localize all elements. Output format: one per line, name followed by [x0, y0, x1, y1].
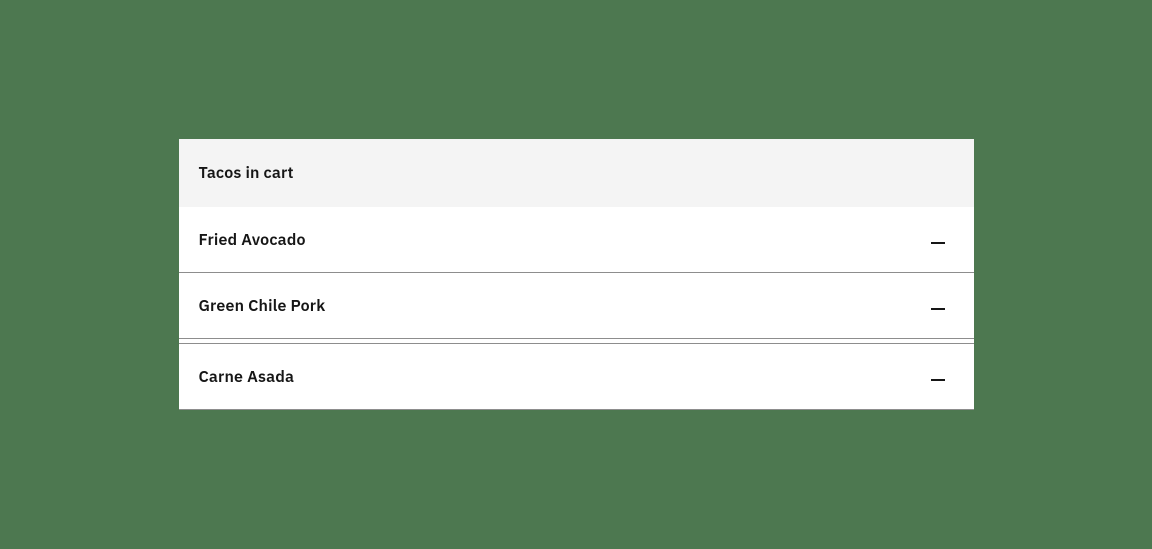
- minus-icon: [931, 232, 945, 247]
- cart-item-label: Green Chile Pork: [199, 296, 326, 316]
- cart-header: Tacos in cart: [179, 139, 974, 207]
- cart-list: Fried Avocado Green Chile Pork Carne Asa…: [179, 207, 974, 410]
- remove-item-button[interactable]: [922, 361, 954, 393]
- cart-item-label: Fried Avocado: [199, 230, 306, 250]
- cart-item: Green Chile Pork: [179, 273, 974, 339]
- cart-panel: Tacos in cart Fried Avocado Green Chile …: [179, 139, 974, 410]
- remove-item-button[interactable]: [922, 290, 954, 322]
- cart-item-label: Carne Asada: [199, 367, 295, 387]
- cart-title: Tacos in cart: [199, 163, 954, 183]
- minus-icon: [931, 298, 945, 313]
- remove-item-button[interactable]: [922, 224, 954, 256]
- cart-item: Carne Asada: [179, 344, 974, 410]
- cart-item: Fried Avocado: [179, 207, 974, 273]
- minus-icon: [931, 369, 945, 384]
